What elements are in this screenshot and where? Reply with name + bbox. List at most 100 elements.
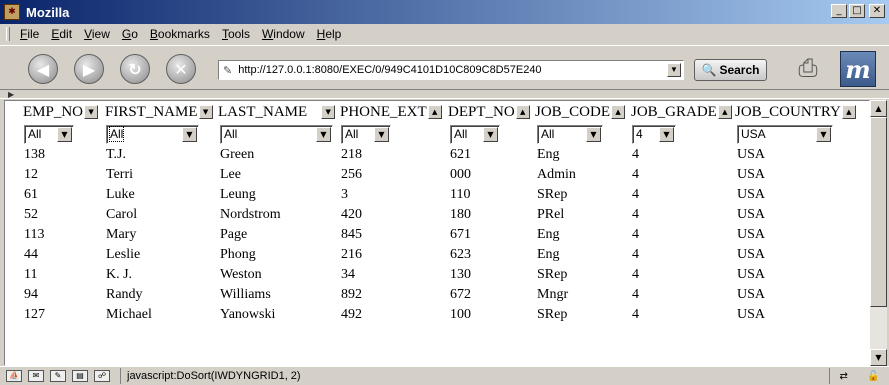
scroll-up-arrow-icon[interactable]: ▲ xyxy=(870,100,887,117)
print-icon[interactable]: ⎙ xyxy=(790,54,826,86)
menu-window[interactable]: Window xyxy=(262,27,305,41)
sort-ascending-icon[interactable]: ▲ xyxy=(717,105,732,119)
forward-button[interactable]: ▶ xyxy=(74,54,104,84)
search-button[interactable]: 🔍 Search xyxy=(694,59,767,81)
scroll-down-arrow-icon[interactable]: ▼ xyxy=(870,349,887,366)
filter-emp-no[interactable]: All ▼ xyxy=(24,125,74,144)
cell-first-name: Michael xyxy=(106,307,152,322)
url-history-dropdown[interactable]: ▼ xyxy=(667,63,681,77)
irc-chat-icon[interactable]: ☍ xyxy=(94,370,110,382)
url-bar[interactable]: ✎ http://127.0.0.1:8080/EXEC/0/949C4101D… xyxy=(218,60,684,80)
mozilla-app-icon[interactable]: ✱ xyxy=(4,4,20,20)
scrollbar-thumb[interactable] xyxy=(870,117,887,307)
sort-ascending-icon[interactable]: ▲ xyxy=(841,105,856,119)
cell-dept-no: 621 xyxy=(450,147,471,162)
cell-dept-no: 180 xyxy=(450,207,471,222)
menu-bookmarks[interactable]: Bookmarks xyxy=(150,27,210,41)
navigator-icon[interactable]: ⛵ xyxy=(6,370,22,382)
chevron-down-icon[interactable]: ▼ xyxy=(182,127,197,142)
chevron-down-icon[interactable]: ▼ xyxy=(659,127,674,142)
sort-ascending-icon[interactable]: ▲ xyxy=(611,105,626,119)
status-indicators: ⇄ 🔓 xyxy=(829,368,889,384)
cell-emp-no: 12 xyxy=(24,167,38,182)
column-header-job-country: JOB_COUNTRY ▲ xyxy=(735,103,856,121)
menu-bar: File Edit View Go Bookmarks Tools Window… xyxy=(0,24,889,44)
chevron-down-icon[interactable]: ▼ xyxy=(483,127,498,142)
cell-last-name: Williams xyxy=(220,287,271,302)
cell-job-country: USA xyxy=(737,187,766,202)
cell-first-name: Mary xyxy=(106,227,137,242)
online-status-icon[interactable]: ⇄ xyxy=(840,371,848,382)
cell-emp-no: 94 xyxy=(24,287,38,302)
cell-last-name: Lee xyxy=(220,167,241,182)
sort-descending-icon[interactable]: ▼ xyxy=(84,105,99,119)
cell-job-grade: 4 xyxy=(632,247,639,262)
toolbar-grip[interactable] xyxy=(6,27,10,41)
menu-edit[interactable]: Edit xyxy=(51,27,72,41)
menu-view[interactable]: View xyxy=(84,27,110,41)
expand-toolbar-icon[interactable]: ▶ xyxy=(8,90,14,99)
filter-value: 4 xyxy=(636,127,643,141)
cell-emp-no: 138 xyxy=(24,147,45,162)
cell-phone-ext: 3 xyxy=(341,187,348,202)
sort-descending-icon[interactable]: ▼ xyxy=(198,105,213,119)
filter-phone-ext[interactable]: All ▼ xyxy=(341,125,391,144)
sort-ascending-icon[interactable]: ▲ xyxy=(427,105,442,119)
cell-emp-no: 11 xyxy=(24,267,38,282)
menu-go[interactable]: Go xyxy=(122,27,138,41)
cell-emp-no: 44 xyxy=(24,247,38,262)
filter-value: All xyxy=(108,126,125,142)
filter-value: All xyxy=(345,127,359,141)
reload-button[interactable]: ↻ xyxy=(120,54,150,84)
cell-emp-no: 61 xyxy=(24,187,38,202)
cell-phone-ext: 892 xyxy=(341,287,362,302)
column-header-job-code: JOB_CODE ▲ xyxy=(535,103,626,121)
column-header-label: LAST_NAME xyxy=(218,103,308,120)
back-button[interactable]: ◀ xyxy=(28,54,58,84)
filter-dept-no[interactable]: All ▼ xyxy=(450,125,500,144)
chevron-down-icon[interactable]: ▼ xyxy=(57,127,72,142)
cell-first-name: Luke xyxy=(106,187,135,202)
close-button[interactable]: ✕ xyxy=(869,4,885,18)
address-book-icon[interactable]: ▤ xyxy=(72,370,88,382)
filter-job-code[interactable]: All ▼ xyxy=(537,125,603,144)
column-header-label: FIRST_NAME xyxy=(105,103,198,120)
column-header-first-name: FIRST_NAME ▼ xyxy=(105,103,213,121)
menu-help[interactable]: Help xyxy=(317,27,342,41)
vertical-scrollbar[interactable]: ▲ ▼ xyxy=(870,100,887,366)
minimize-button[interactable]: _ xyxy=(831,4,847,18)
navigation-toolbar: ◀ ▶ ↻ ✕ ✎ http://127.0.0.1:8080/EXEC/0/9… xyxy=(0,45,889,89)
chevron-down-icon[interactable]: ▼ xyxy=(586,127,601,142)
cell-job-code: SRep xyxy=(537,307,568,322)
filter-last-name[interactable]: All ▼ xyxy=(220,125,333,144)
filter-value: All xyxy=(541,127,555,141)
url-text[interactable]: http://127.0.0.1:8080/EXEC/0/949C4101D10… xyxy=(238,64,541,76)
cell-phone-ext: 420 xyxy=(341,207,362,222)
mozilla-logo[interactable]: m xyxy=(840,51,876,87)
filter-first-name[interactable]: All ▼ xyxy=(106,125,199,144)
filter-value: All xyxy=(454,127,468,141)
stop-button[interactable]: ✕ xyxy=(166,54,196,84)
cell-last-name: Phong xyxy=(220,247,256,262)
composer-icon[interactable]: ✎ xyxy=(50,370,66,382)
page-proxy-icon[interactable]: ✎ xyxy=(223,64,232,77)
cell-dept-no: 110 xyxy=(450,187,471,202)
filter-job-grade[interactable]: 4 ▼ xyxy=(632,125,676,144)
filter-job-country[interactable]: USA ▼ xyxy=(737,125,833,144)
chevron-down-icon[interactable]: ▼ xyxy=(316,127,331,142)
mail-icon[interactable]: ✉ xyxy=(28,370,44,382)
reload-icon: ↻ xyxy=(128,59,142,79)
chevron-down-icon[interactable]: ▼ xyxy=(374,127,389,142)
chevron-down-icon[interactable]: ▼ xyxy=(816,127,831,142)
maximize-button[interactable]: □ xyxy=(849,4,865,18)
cell-emp-no: 113 xyxy=(24,227,45,242)
cell-job-country: USA xyxy=(737,167,766,182)
sort-ascending-icon[interactable]: ▲ xyxy=(515,105,530,119)
menu-file[interactable]: File xyxy=(20,27,39,41)
sort-descending-icon[interactable]: ▼ xyxy=(321,105,336,119)
cell-last-name: Green xyxy=(220,147,255,162)
menu-tools[interactable]: Tools xyxy=(222,27,250,41)
cell-phone-ext: 216 xyxy=(341,247,362,262)
stop-icon: ✕ xyxy=(174,59,188,79)
cell-job-code: Admin xyxy=(537,167,576,182)
